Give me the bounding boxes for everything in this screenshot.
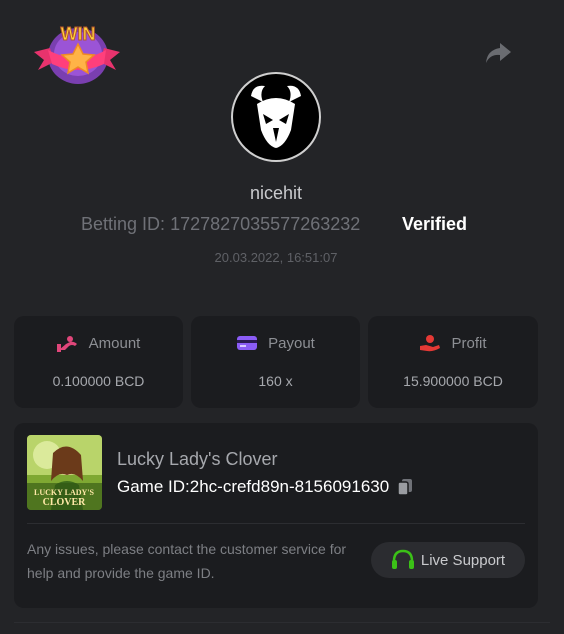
game-id-label: Game ID:	[117, 477, 190, 496]
live-support-button[interactable]: Live Support	[371, 542, 525, 578]
stat-value: 160 x	[258, 373, 293, 389]
thumb-title-1: LUCKY LADY'S	[34, 488, 94, 497]
share-icon[interactable]	[484, 40, 512, 66]
divider	[27, 523, 525, 524]
game-card: LUCKY LADY'S CLOVER Lucky Lady's Clover …	[14, 423, 538, 608]
betting-id: Betting ID: 1727827035577263232	[81, 214, 360, 235]
game-id-value: 2hc-crefd89n-8156091630	[189, 477, 390, 496]
win-text: WIN	[61, 24, 96, 44]
game-thumbnail[interactable]: LUCKY LADY'S CLOVER	[27, 435, 102, 510]
win-badge: WIN	[30, 14, 124, 90]
support-message: Any issues, please contact the customer …	[27, 541, 347, 581]
copy-icon[interactable]	[395, 477, 415, 497]
stat-card-profit: Profit 15.900000 BCD	[368, 316, 538, 408]
stat-value: 15.900000 BCD	[403, 373, 503, 389]
avatar	[231, 72, 321, 162]
amount-icon	[56, 336, 77, 352]
verified-badge: Verified	[402, 214, 468, 234]
betting-id-value: 1727827035577263232	[170, 214, 361, 234]
stat-card-payout: Payout 160 x	[191, 316, 360, 408]
stat-label: Payout	[268, 334, 315, 352]
live-support-label: Live Support	[420, 551, 506, 569]
stat-value: 0.100000 BCD	[52, 373, 145, 389]
game-id: Game ID: 2hc-crefd89n-8156091630	[117, 477, 415, 497]
stat-label: Amount	[88, 334, 141, 352]
username: nicehit	[249, 183, 303, 203]
game-title: Lucky Lady's Clover	[117, 449, 278, 469]
thumb-title-2: CLOVER	[43, 497, 87, 508]
profit-icon	[420, 335, 441, 352]
card-icon	[237, 336, 258, 350]
headset-icon	[391, 549, 414, 569]
betting-id-label: Betting ID:	[81, 214, 166, 234]
stat-card-amount: Amount 0.100000 BCD	[14, 316, 183, 408]
stat-label: Profit	[451, 334, 487, 352]
bet-timestamp: 20.03.2022, 16:51:07	[214, 250, 338, 265]
divider	[14, 622, 550, 623]
